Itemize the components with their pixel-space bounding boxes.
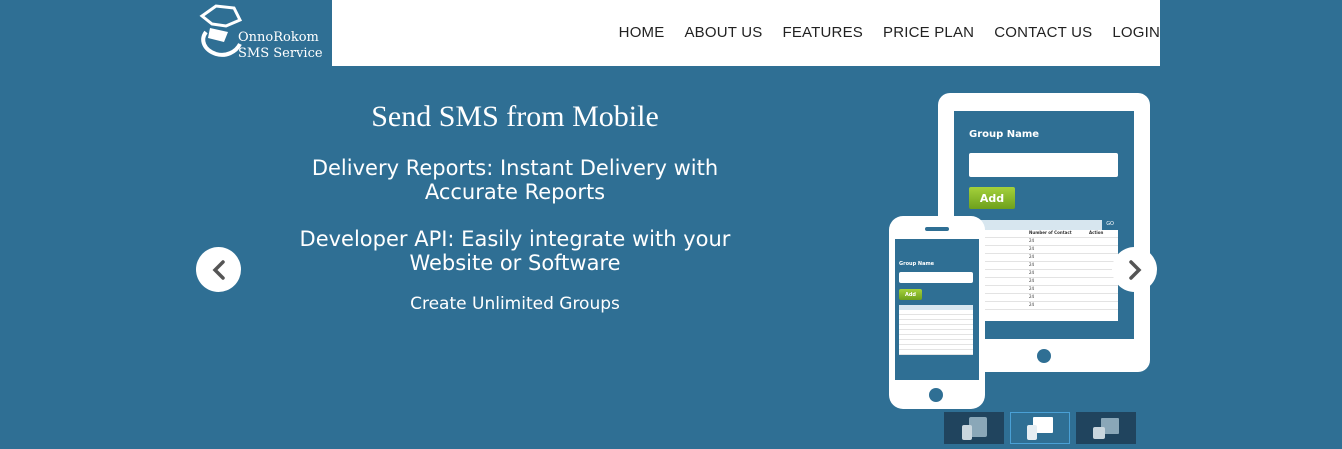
brand-line1: OnnoRokom xyxy=(238,30,319,45)
phone-screen: Group Name Add xyxy=(895,239,979,380)
logo-icon xyxy=(199,4,243,57)
phone-home-button xyxy=(929,388,943,402)
contact-count: 24 xyxy=(1029,238,1035,243)
table-row: 24 xyxy=(969,294,1118,302)
contact-count: 24 xyxy=(1029,270,1035,275)
contact-count: 24 xyxy=(1029,262,1035,267)
contact-count: 24 xyxy=(1029,278,1035,283)
col-contact: Number of Contact xyxy=(1029,230,1072,235)
tablet-group-table: GO Name Number of Contact Action 24 24 2… xyxy=(969,220,1118,321)
table-row: 24 xyxy=(969,246,1118,254)
table-row: 24 xyxy=(969,302,1118,310)
slider-thumb-2[interactable] xyxy=(1010,412,1070,444)
table-row: 24 xyxy=(969,278,1118,286)
nav-price-plan[interactable]: PRICE PLAN xyxy=(883,24,974,41)
table-row: 24 xyxy=(969,254,1118,262)
table-row: 24 xyxy=(969,262,1118,270)
hero-feature-api-line1: Developer API: Easily integrate with you… xyxy=(299,227,731,251)
hero-feature-api-line2: Website or Software xyxy=(409,251,621,275)
logo[interactable]: OnnoRokom SMS Service xyxy=(196,0,332,66)
contact-count: 24 xyxy=(1029,246,1035,251)
tablet-table-header: Name Number of Contact Action xyxy=(969,230,1118,238)
main-nav: HOME ABOUT US FEATURES PRICE PLAN CONTAC… xyxy=(619,24,1160,41)
nav-about-us[interactable]: ABOUT US xyxy=(684,24,762,41)
phone-group-label: Group Name xyxy=(899,261,935,267)
devices-icon xyxy=(1093,418,1119,439)
hero-feature-delivery: Delivery Reports: Instant Delivery with … xyxy=(240,156,790,204)
phone-mockup: Group Name Add xyxy=(889,216,985,409)
nav-features[interactable]: FEATURES xyxy=(782,24,863,41)
slider-next-button[interactable] xyxy=(1112,247,1157,292)
logo-text: OnnoRokom SMS Service xyxy=(238,30,323,62)
contact-count: 24 xyxy=(1029,302,1035,307)
phone-add-button: Add xyxy=(899,289,922,300)
slider-thumb-1[interactable] xyxy=(944,412,1004,444)
chevron-left-icon xyxy=(212,259,225,280)
phone-group-table xyxy=(899,305,973,355)
contact-count: 24 xyxy=(1029,286,1035,291)
col-action: Action xyxy=(1089,230,1104,235)
nav-home[interactable]: HOME xyxy=(619,24,665,41)
slider-prev-button[interactable] xyxy=(196,247,241,292)
phone-speaker xyxy=(925,227,949,231)
table-row: 24 xyxy=(969,238,1118,246)
tablet-group-label: Group Name xyxy=(969,129,1040,140)
devices-icon xyxy=(1027,417,1053,440)
hero-feature-delivery-line2: Accurate Reports xyxy=(424,180,606,204)
hero-feature-api: Developer API: Easily integrate with you… xyxy=(240,227,790,275)
table-row: 24 xyxy=(969,270,1118,278)
nav-login[interactable]: LOGIN xyxy=(1112,24,1160,41)
tablet-group-input xyxy=(969,153,1118,177)
brand-line2: SMS Service xyxy=(238,46,323,61)
hero-feature-delivery-line1: Delivery Reports: Instant Delivery with xyxy=(311,156,719,180)
tablet-go-button: GO xyxy=(1102,220,1118,230)
tablet-add-button: Add xyxy=(969,187,1015,209)
chevron-right-icon xyxy=(1128,259,1141,280)
tablet-home-button xyxy=(1037,349,1051,363)
slider-thumb-3[interactable] xyxy=(1076,412,1136,444)
hero-feature-groups: Create Unlimited Groups xyxy=(410,294,620,314)
slider-thumbnails xyxy=(944,412,1136,444)
contact-count: 24 xyxy=(1029,254,1035,259)
table-row: 24 xyxy=(969,286,1118,294)
nav-contact-us[interactable]: CONTACT US xyxy=(994,24,1092,41)
hero-title: Send SMS from Mobile xyxy=(371,100,659,133)
phone-group-input xyxy=(899,272,973,283)
devices-icon xyxy=(962,417,987,440)
contact-count: 24 xyxy=(1029,294,1035,299)
